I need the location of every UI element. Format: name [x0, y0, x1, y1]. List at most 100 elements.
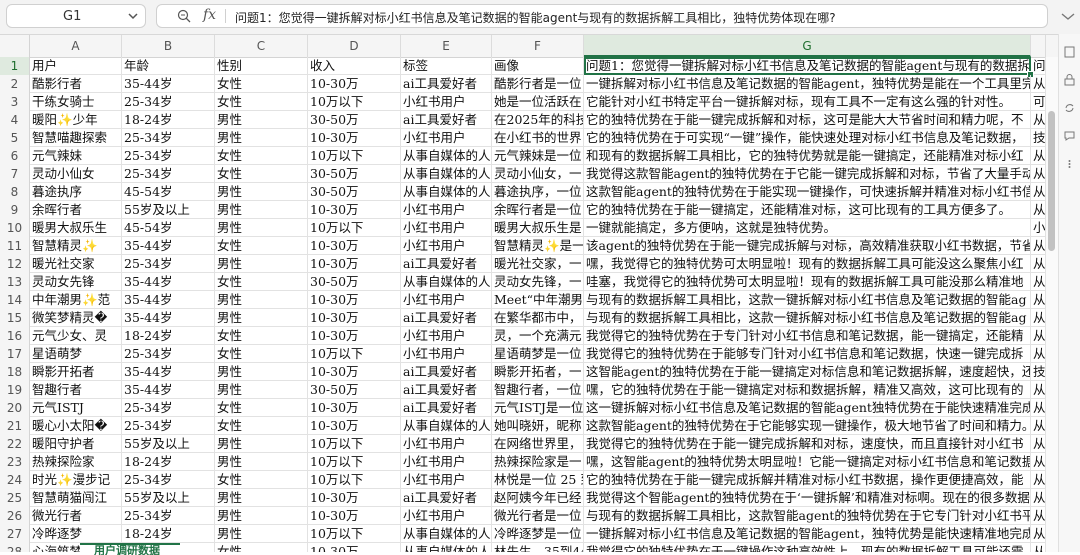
gender-cell[interactable]: 女性	[215, 471, 308, 489]
question-cell[interactable]: 与现有的数据拆解工具相比，这款智能agent的独特优势在于它专门针对小红书平	[584, 507, 1031, 525]
tag-cell[interactable]: 小红书用户	[401, 507, 492, 525]
vertical-scrollbar[interactable]	[1046, 57, 1058, 552]
next-question-cell[interactable]: 技	[1031, 129, 1046, 147]
formula-expand-icon[interactable]	[1056, 6, 1080, 26]
tag-cell[interactable]: 小红书用户	[401, 237, 492, 255]
age-cell[interactable]: 18-24岁	[122, 453, 215, 471]
row-number[interactable]: 21	[0, 417, 30, 435]
chevron-down-icon[interactable]	[127, 9, 139, 23]
question-cell[interactable]: 我觉得这款智能agent的独特优势在于它能一键完成拆解和对标，节省了大量手动	[584, 165, 1031, 183]
tag-cell[interactable]: 小红书用户	[401, 129, 492, 147]
income-cell[interactable]: 10万以下	[308, 471, 401, 489]
income-cell[interactable]: 10万以下	[308, 93, 401, 111]
row-number[interactable]: 4	[0, 111, 30, 129]
next-question-cell[interactable]: 从	[1031, 201, 1046, 219]
persona-cell[interactable]: 智慧精灵✨是一	[492, 237, 584, 255]
persona-cell[interactable]: 微光行者是一位	[492, 507, 584, 525]
row-number[interactable]: 19	[0, 381, 30, 399]
question-cell[interactable]: 与现有的数据拆解工具相比，这款一键拆解对标小红书信息及笔记数据的智能ag	[584, 291, 1031, 309]
income-cell[interactable]: 10-30万	[308, 75, 401, 93]
income-cell[interactable]: 10-30万	[308, 399, 401, 417]
next-question-cell[interactable]: 从	[1031, 183, 1046, 201]
tag-cell[interactable]: ai工具爱好者	[401, 255, 492, 273]
persona-cell[interactable]: 画像	[492, 57, 584, 75]
income-cell[interactable]: 30-50万	[308, 111, 401, 129]
persona-cell[interactable]: 冷晔逐梦是一位	[492, 525, 584, 543]
tag-cell[interactable]: ai工具爱好者	[401, 111, 492, 129]
user-cell[interactable]: 热辣探险家	[30, 453, 122, 471]
column-header-b[interactable]: B	[122, 35, 215, 57]
gender-cell[interactable]: 男性	[215, 255, 308, 273]
sync-icon[interactable]	[1064, 102, 1075, 114]
gender-cell[interactable]: 女性	[215, 399, 308, 417]
question-cell[interactable]: 嘿，这智能agent的独特优势太明显啦！它能一键搞定对标小红书信息和笔记数据	[584, 453, 1031, 471]
tag-cell[interactable]: 小红书用户	[401, 453, 492, 471]
tag-cell[interactable]: ai工具爱好者	[401, 309, 492, 327]
age-cell[interactable]: 55岁及以上	[122, 201, 215, 219]
user-cell[interactable]: 干练女骑士	[30, 93, 122, 111]
tag-cell[interactable]: 从事自媒体的人	[401, 147, 492, 165]
column-header-d[interactable]: D	[308, 35, 401, 57]
user-cell[interactable]: 灵动小仙女	[30, 165, 122, 183]
persona-cell[interactable]: 余晖行者是一位	[492, 201, 584, 219]
gender-cell[interactable]: 男性	[215, 489, 308, 507]
age-cell[interactable]: 55岁及以上	[122, 435, 215, 453]
gender-cell[interactable]: 男性	[215, 507, 308, 525]
row-number[interactable]: 15	[0, 309, 30, 327]
row-number[interactable]: 2	[0, 75, 30, 93]
persona-cell[interactable]: 热辣探险家是一	[492, 453, 584, 471]
user-cell[interactable]: 暖阳✨少年	[30, 111, 122, 129]
user-cell[interactable]: 星语萌梦	[30, 345, 122, 363]
age-cell[interactable]: 年龄	[122, 57, 215, 75]
age-cell[interactable]: 25-34岁	[122, 255, 215, 273]
row-number[interactable]: 20	[0, 399, 30, 417]
row-number[interactable]: 12	[0, 255, 30, 273]
row-number[interactable]: 17	[0, 345, 30, 363]
next-question-cell[interactable]: 从	[1031, 345, 1046, 363]
question-cell[interactable]: 它的独特优势在于能一键完成拆解并精准对标小红书数据，操作更便捷高效，能	[584, 471, 1031, 489]
age-cell[interactable]: 55岁及以上	[122, 489, 215, 507]
next-question-cell[interactable]: 从	[1031, 381, 1046, 399]
gender-cell[interactable]: 男性	[215, 183, 308, 201]
tag-cell[interactable]: 小红书用户	[401, 93, 492, 111]
next-question-cell[interactable]: 从	[1031, 111, 1046, 129]
user-cell[interactable]: 中年潮男✨范	[30, 291, 122, 309]
persona-cell[interactable]: 林先生，35到44	[492, 543, 584, 552]
next-question-cell[interactable]: 从	[1031, 147, 1046, 165]
column-header-g[interactable]: G	[584, 35, 1031, 57]
age-cell[interactable]: 25-34岁	[122, 147, 215, 165]
question-cell[interactable]: 嘿，我觉得它的独特优势可太明显啦！现有的数据拆解工具可能没这么聚焦小红	[584, 255, 1031, 273]
income-cell[interactable]: 10-30万	[308, 129, 401, 147]
persona-cell[interactable]: 酷影行者是一位	[492, 75, 584, 93]
gender-cell[interactable]: 女性	[215, 273, 308, 291]
column-header-e[interactable]: E	[401, 35, 492, 57]
age-cell[interactable]: 25-34岁	[122, 129, 215, 147]
row-number[interactable]: 13	[0, 273, 30, 291]
question-cell[interactable]: 它的独特优势在于可实现“一键”操作，能快速处理对标小红书信息及笔记数据，	[584, 129, 1031, 147]
question-cell[interactable]: 我觉得它的独特优势在于能够专门针对小红书信息和笔记数据，快速一键完成拆	[584, 345, 1031, 363]
tag-cell[interactable]: 小红书用户	[401, 327, 492, 345]
name-box[interactable]: G1	[6, 4, 146, 28]
next-question-cell[interactable]: 从	[1031, 471, 1046, 489]
age-cell[interactable]: 25-34岁	[122, 471, 215, 489]
income-cell[interactable]: 10万以下	[308, 147, 401, 165]
user-cell[interactable]: 暖心小太阳�	[30, 417, 122, 435]
next-question-cell[interactable]: 从	[1031, 255, 1046, 273]
comment-icon[interactable]	[1064, 130, 1075, 142]
sheet-tab[interactable]: 用户调研数据	[80, 543, 180, 555]
next-question-cell[interactable]: 可	[1031, 93, 1046, 111]
format-icon[interactable]	[1064, 46, 1075, 58]
user-cell[interactable]: 暖男大叔乐生	[30, 219, 122, 237]
gender-cell[interactable]: 男性	[215, 291, 308, 309]
user-cell[interactable]: 灵动女先锋	[30, 273, 122, 291]
question-cell[interactable]: 它的独特优势在于能一键搞定，还能精准对标，这可比现有的工具方便多了。	[584, 201, 1031, 219]
persona-cell[interactable]: 她是一位活跃在	[492, 93, 584, 111]
gender-cell[interactable]: 男性	[215, 381, 308, 399]
gender-cell[interactable]: 男性	[215, 435, 308, 453]
next-question-cell[interactable]: 从	[1031, 273, 1046, 291]
gender-cell[interactable]: 女性	[215, 345, 308, 363]
next-question-cell[interactable]: 从	[1031, 453, 1046, 471]
gender-cell[interactable]: 男性	[215, 111, 308, 129]
persona-cell[interactable]: 灵动女先锋，一	[492, 273, 584, 291]
question-cell[interactable]: 嘿，它的独特优势在于能一键搞定对标和数据拆解，精准又高效，这可比现有的	[584, 381, 1031, 399]
